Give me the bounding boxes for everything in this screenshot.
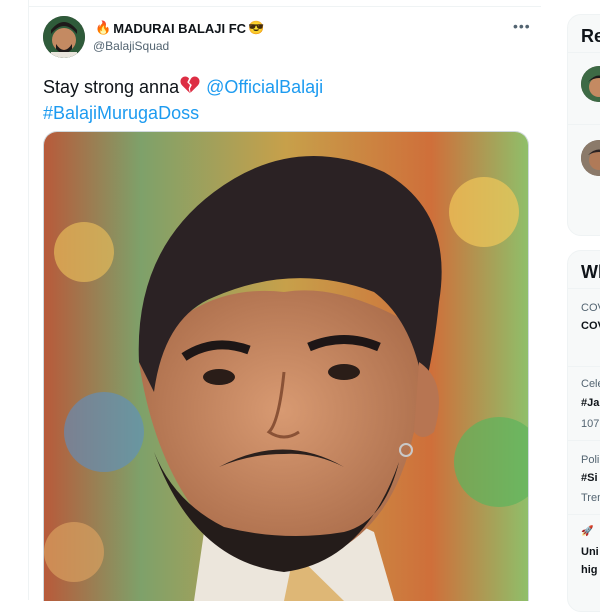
trend-title[interactable]: #Si (581, 472, 598, 484)
trend-title[interactable]: COV (581, 320, 600, 332)
fire-icon: 🔥 (95, 20, 112, 35)
divider (567, 440, 600, 441)
broken-heart-icon (180, 76, 200, 94)
divider (567, 124, 600, 125)
relevant-heading: Re (581, 26, 600, 46)
trend-category: COV (581, 302, 600, 314)
avatar[interactable] (43, 16, 85, 58)
trend-count: Tren (581, 492, 600, 504)
trend-title[interactable]: #Ja (581, 397, 599, 409)
divider (29, 0, 542, 7)
sunglasses-icon: 😎 (248, 20, 265, 35)
divider (567, 514, 600, 515)
trend-title-line2[interactable]: hig (581, 564, 598, 576)
tweet-card[interactable]: 🔥 MADURAI BALAJI FC 😎 @BalajiSquad ••• S… (28, 0, 543, 601)
tweet-text: Stay strong anna @OfficialBalaji #Balaji… (43, 74, 323, 126)
trend-category: Cele (581, 378, 600, 390)
left-gutter (0, 0, 28, 600)
more-options-icon[interactable]: ••• (513, 18, 531, 34)
hashtag-link[interactable]: #BalajiMurugaDoss (43, 103, 199, 123)
divider (567, 52, 600, 53)
divider (567, 288, 600, 289)
display-name[interactable]: MADURAI BALAJI FC (113, 21, 246, 36)
trend-category: Poli (581, 454, 600, 466)
divider (567, 366, 600, 367)
user-handle[interactable]: @BalajiSquad (93, 39, 169, 53)
relevant-people-card (567, 14, 600, 236)
tweet-image[interactable] (43, 131, 529, 601)
trend-count: 107 (581, 418, 600, 430)
mention-link[interactable]: @OfficialBalaji (206, 77, 323, 97)
right-sidebar: Re Wh COV COV Cele #Ja 107 Poli #Si Tren… (541, 0, 600, 612)
trend-title[interactable]: Uni (581, 546, 599, 558)
news-icon: 🚀 (581, 526, 594, 537)
display-name-row[interactable]: 🔥 MADURAI BALAJI FC 😎 (93, 20, 266, 36)
tweet-text-line: Stay strong anna (43, 77, 180, 97)
trends-heading: Wh (581, 262, 600, 282)
